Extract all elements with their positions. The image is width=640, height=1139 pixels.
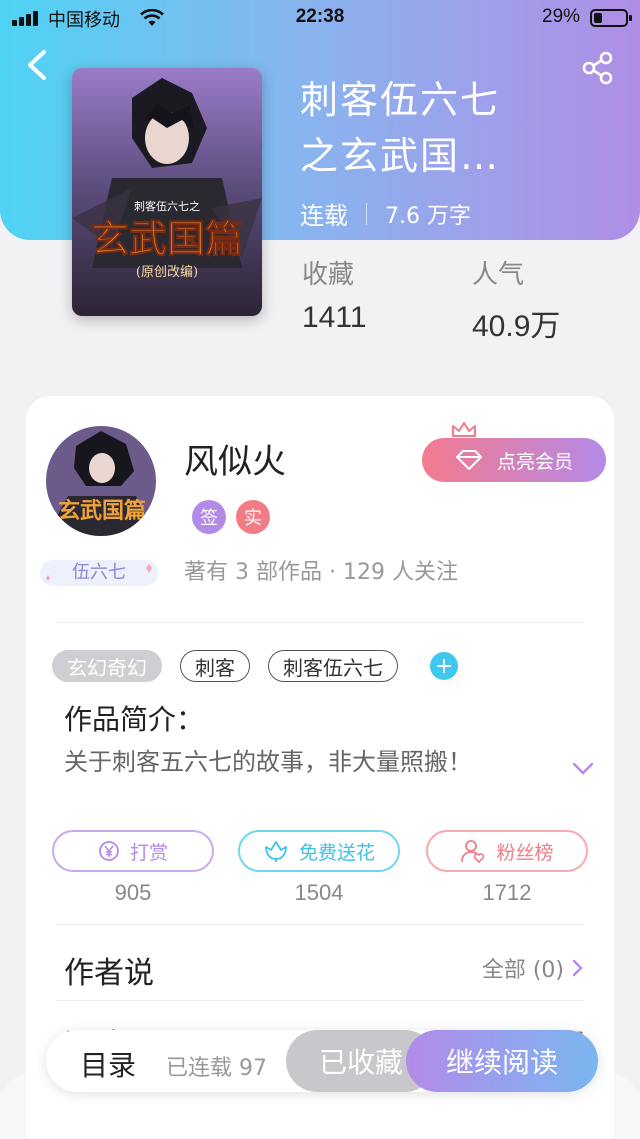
back-button[interactable]: [22, 48, 52, 82]
continue-reading-button[interactable]: 继续阅读: [406, 1030, 598, 1092]
author-says-title: 作者说: [64, 956, 154, 991]
verified-tag: 实: [236, 500, 270, 534]
fan-rank-count: 1712: [482, 880, 532, 905]
meta-divider: [366, 202, 367, 225]
flower-icon: [265, 841, 287, 862]
book-title: 刺客伍六七 之玄武国…: [300, 78, 501, 178]
tag-list: 玄幻奇幻 刺客 刺客伍六七 +: [52, 650, 458, 682]
nickname-badge: 伍六七: [36, 556, 162, 590]
author-says-all[interactable]: 全部 (0): [482, 952, 584, 984]
chevron-down-icon[interactable]: [572, 762, 594, 776]
book-status: 连载: [300, 202, 348, 230]
author-says-count: 全部 (0): [481, 958, 564, 983]
tag-chip[interactable]: 刺客伍六七: [268, 650, 398, 682]
tip-count: 905: [114, 880, 152, 905]
book-cover[interactable]: 刺客伍六七之 玄武国篇 (原创改编): [72, 68, 262, 316]
chapter-count: 已连载 97: [166, 1056, 267, 1081]
fan-icon: [461, 840, 485, 864]
avatar-art: 玄武国篇: [46, 426, 156, 536]
stat-popularity: 人气 40.9万: [472, 254, 560, 345]
intro-title: 作品简介：: [64, 703, 205, 736]
stat-label: 收藏: [302, 260, 355, 290]
battery-percent: 29%: [542, 6, 581, 27]
status-bar: 中国移动 22:38 29%: [0, 0, 640, 36]
chevron-right-icon: [572, 959, 583, 977]
fan-rank-button[interactable]: 粉丝榜: [426, 830, 588, 872]
fan-rank-label: 粉丝榜: [496, 841, 554, 864]
send-flower-button[interactable]: 免费送花: [238, 830, 400, 872]
badge-label: 伍六七: [72, 562, 126, 583]
svg-text:玄武国篇: 玄武国篇: [91, 216, 243, 261]
book-meta: 连载 7.6 万字: [300, 196, 471, 231]
divider: [56, 924, 584, 925]
stat-collections: 收藏 1411: [302, 254, 367, 335]
signed-tag: 签: [192, 500, 226, 534]
battery-icon: [590, 9, 632, 27]
diamond-icon: [455, 450, 482, 470]
author-says-row[interactable]: 作者说 全部 (0): [64, 948, 584, 992]
divider: [56, 622, 584, 623]
author-avatar[interactable]: 玄武国篇: [46, 426, 156, 536]
crown-icon: [452, 422, 476, 437]
flower-count: 1504: [294, 880, 344, 905]
detail-card: 玄武国篇 伍六七 风似火 签 实 著有 3 部作品 · 129 人关注 点亮会员…: [26, 396, 614, 1139]
stat-label: 人气: [472, 260, 525, 290]
tip-label: 打赏: [129, 841, 168, 864]
bottom-action-bar: 目录 已连载 97 已收藏 继续阅读: [46, 1030, 598, 1092]
stat-value: 1411: [302, 301, 367, 334]
tag-chip[interactable]: 玄幻奇幻: [52, 650, 162, 682]
toc-button[interactable]: 目录: [80, 1044, 136, 1084]
tag-chip[interactable]: 刺客: [180, 650, 250, 682]
yen-icon: [99, 841, 119, 861]
intro-text: 关于刺客五六七的故事，非大量照搬！: [64, 748, 472, 776]
divider: [56, 1000, 584, 1001]
vip-button[interactable]: 点亮会员: [422, 438, 606, 482]
flower-label: 免费送花: [298, 841, 375, 864]
author-name[interactable]: 风似火: [184, 434, 286, 483]
book-cover-art: 刺客伍六七之 玄武国篇 (原创改编): [72, 68, 262, 316]
author-tags: 签 实: [192, 500, 270, 534]
author-info: 著有 3 部作品 · 129 人关注: [184, 560, 458, 585]
vip-button-label: 点亮会员: [496, 450, 573, 473]
word-count: 7.6 万字: [385, 203, 471, 229]
svg-text:玄武国篇: 玄武国篇: [58, 498, 146, 524]
svg-text:(原创改编): (原创改编): [136, 265, 198, 280]
svg-text:刺客伍六七之: 刺客伍六七之: [134, 199, 200, 213]
stat-value: 40.9万: [472, 310, 561, 343]
add-tag-button[interactable]: +: [430, 652, 458, 680]
tip-button[interactable]: 打赏: [52, 830, 214, 872]
